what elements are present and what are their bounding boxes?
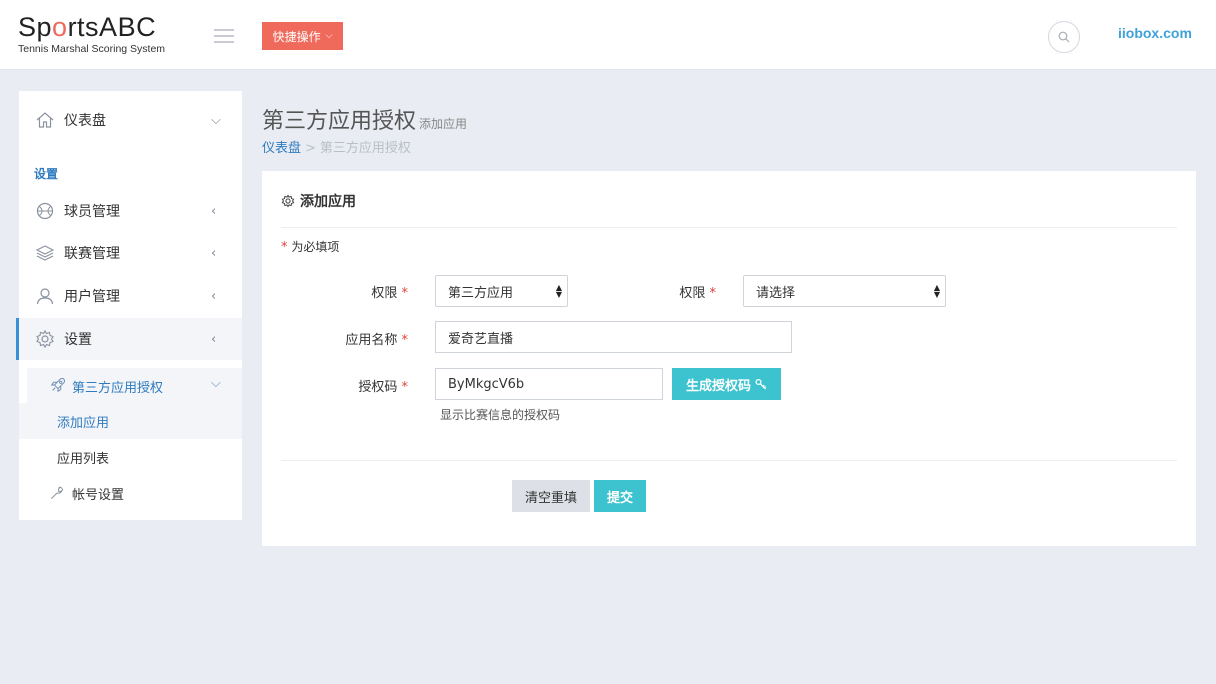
permission2-select[interactable]: 请选择 ▲ ▼	[743, 275, 946, 307]
menu-toggle-icon[interactable]	[214, 29, 234, 43]
submenu-item-label: 添加应用	[57, 415, 110, 431]
required-note-text: 为必填项	[291, 240, 340, 254]
quick-action-button[interactable]: 快捷操作 ⌵	[262, 22, 343, 50]
select-arrows-icon: ▲ ▼	[555, 283, 562, 299]
search-button[interactable]	[1048, 21, 1080, 53]
domain-link[interactable]: iiobox.com	[1118, 25, 1192, 41]
panel-title: 添加应用	[300, 194, 356, 210]
gear-icon	[36, 329, 54, 349]
submenu-header[interactable]: 第三方应用授权 ⌵	[27, 368, 242, 404]
chevron-left-icon: ‹	[211, 203, 217, 219]
permission-select[interactable]: 第三方应用 ▲ ▼	[435, 275, 568, 307]
submit-button[interactable]: 提交	[594, 480, 646, 512]
auth-code-label: 授权码 *	[358, 380, 408, 395]
sidebar-item-label: 设置	[64, 332, 92, 348]
permission2-select-value: 请选择	[756, 285, 796, 301]
form-panel: 添加应用 * 为必填项 权限 * 第三方应用 ▲ ▼ 权限 * 请选择 ▲ ▼ 应用…	[262, 171, 1196, 546]
page-subtitle: 添加应用	[419, 117, 468, 131]
breadcrumb-current: 第三方应用授权	[319, 141, 411, 156]
page-title-text: 第三方应用授权	[262, 109, 417, 134]
required-star: *	[281, 240, 288, 255]
permission-label: 权限 *	[371, 286, 408, 301]
logo-subtitle: Tennis Marshal Scoring System	[18, 43, 166, 55]
panel-header: 添加应用	[281, 191, 356, 211]
logo-text: SportsABC	[18, 12, 157, 42]
chevron-left-icon: ‹	[211, 288, 217, 304]
sidebar-item-players[interactable]: 球员管理 ‹	[19, 190, 242, 232]
sidebar-section-title: 设置	[34, 167, 59, 181]
sidebar-item-label: 帐号设置	[72, 487, 125, 503]
app-name-input[interactable]: 爱奇艺直播	[435, 321, 792, 353]
top-header: SportsABC Tennis Marshal Scoring System …	[0, 0, 1216, 70]
key-icon	[755, 378, 767, 390]
submenu-item-app-list[interactable]: 应用列表	[19, 439, 242, 475]
sidebar-item-users[interactable]: 用户管理 ‹	[19, 275, 242, 317]
sidebar: 仪表盘 ⌵ 设置 球员管理 ‹ 联赛管理 ‹ 用户管理 ‹ 设置 ‹ 第三方应用…	[16, 91, 242, 520]
quick-action-label: 快捷操作	[272, 29, 321, 44]
permission2-label: 权限 *	[679, 286, 716, 301]
permission-select-value: 第三方应用	[448, 285, 514, 301]
chevron-left-icon: ‹	[211, 331, 217, 347]
reset-button[interactable]: 清空重填	[512, 480, 590, 512]
breadcrumb: 仪表盘 > 第三方应用授权	[262, 137, 411, 156]
select-arrows-icon: ▲ ▼	[933, 283, 940, 299]
submenu-item-add-app[interactable]: 添加应用	[19, 403, 242, 439]
rocket-icon	[50, 378, 65, 393]
generate-code-button[interactable]: 生成授权码	[672, 368, 781, 400]
sidebar-item-label: 仪表盘	[64, 113, 106, 129]
sidebar-item-label: 联赛管理	[64, 246, 120, 262]
gear-icon	[281, 194, 295, 208]
page-title: 第三方应用授权 添加应用	[262, 103, 467, 135]
home-icon	[36, 112, 54, 128]
breadcrumb-separator: >	[305, 141, 316, 156]
user-icon	[36, 288, 54, 305]
wrench-icon	[51, 486, 64, 499]
basketball-icon	[36, 202, 54, 220]
sidebar-item-settings[interactable]: 设置 ‹	[16, 318, 242, 360]
breadcrumb-home-link[interactable]: 仪表盘	[262, 141, 301, 156]
sidebar-item-label: 用户管理	[64, 289, 120, 305]
sidebar-item-leagues[interactable]: 联赛管理 ‹	[19, 232, 242, 274]
layers-icon	[35, 245, 55, 261]
required-note: * 为必填项	[281, 238, 339, 255]
divider	[281, 227, 1177, 228]
sidebar-item-dashboard[interactable]: 仪表盘 ⌵	[19, 99, 242, 141]
chevron-down-icon: ⌵	[325, 31, 333, 41]
sidebar-item-label: 球员管理	[64, 204, 120, 220]
chevron-down-icon: ⌵	[211, 376, 221, 391]
generate-code-label: 生成授权码	[685, 378, 751, 394]
submenu-item-label: 应用列表	[57, 451, 110, 467]
sidebar-item-account-settings[interactable]: 帐号设置	[19, 475, 242, 511]
auth-code-input[interactable]: ByMkgcV6b	[435, 368, 663, 400]
divider	[281, 460, 1177, 461]
chevron-left-icon: ‹	[211, 245, 217, 261]
submenu-parent-label: 第三方应用授权	[72, 381, 164, 396]
chevron-down-icon: ⌵	[211, 112, 221, 128]
logo-ball-letter: o	[52, 12, 68, 42]
auth-code-hint: 显示比赛信息的授权码	[440, 408, 561, 422]
logo[interactable]: SportsABC Tennis Marshal Scoring System	[18, 12, 165, 55]
app-name-label: 应用名称 *	[345, 333, 408, 348]
search-icon	[1058, 31, 1070, 43]
